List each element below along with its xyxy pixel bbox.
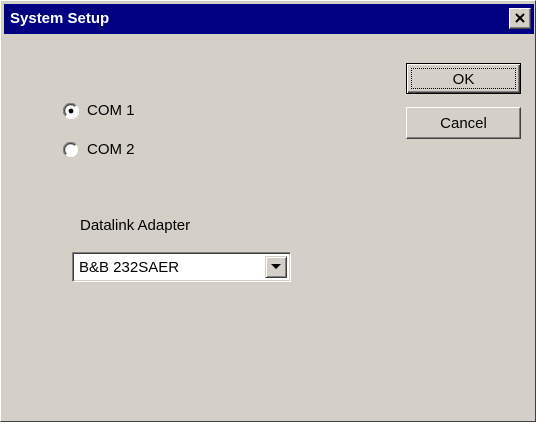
chevron-down-icon	[271, 264, 281, 269]
system-setup-dialog: System Setup OK Cancel COM 1 COM 2 Datal…	[0, 0, 536, 422]
window-title: System Setup	[10, 10, 110, 27]
dropdown-button[interactable]	[265, 256, 287, 278]
ok-button-label: OK	[452, 71, 475, 88]
datalink-adapter-value: B&B 232SAER	[79, 259, 180, 276]
radio-unselected-icon[interactable]	[63, 142, 79, 158]
datalink-adapter-label: Datalink Adapter	[80, 217, 191, 234]
radio-com1[interactable]: COM 1	[63, 101, 183, 123]
radio-com1-label: COM 1	[87, 102, 135, 119]
close-icon	[515, 13, 525, 23]
radio-selected-icon[interactable]	[63, 103, 79, 119]
title-bar[interactable]: System Setup	[4, 4, 534, 34]
close-button[interactable]	[509, 8, 531, 29]
cancel-button-label: Cancel	[440, 115, 487, 132]
cancel-button[interactable]: Cancel	[406, 107, 521, 139]
radio-com2[interactable]: COM 2	[63, 140, 183, 162]
radio-com2-label: COM 2	[87, 141, 135, 158]
ok-button[interactable]: OK	[406, 63, 521, 94]
datalink-adapter-select[interactable]: B&B 232SAER	[72, 252, 291, 282]
